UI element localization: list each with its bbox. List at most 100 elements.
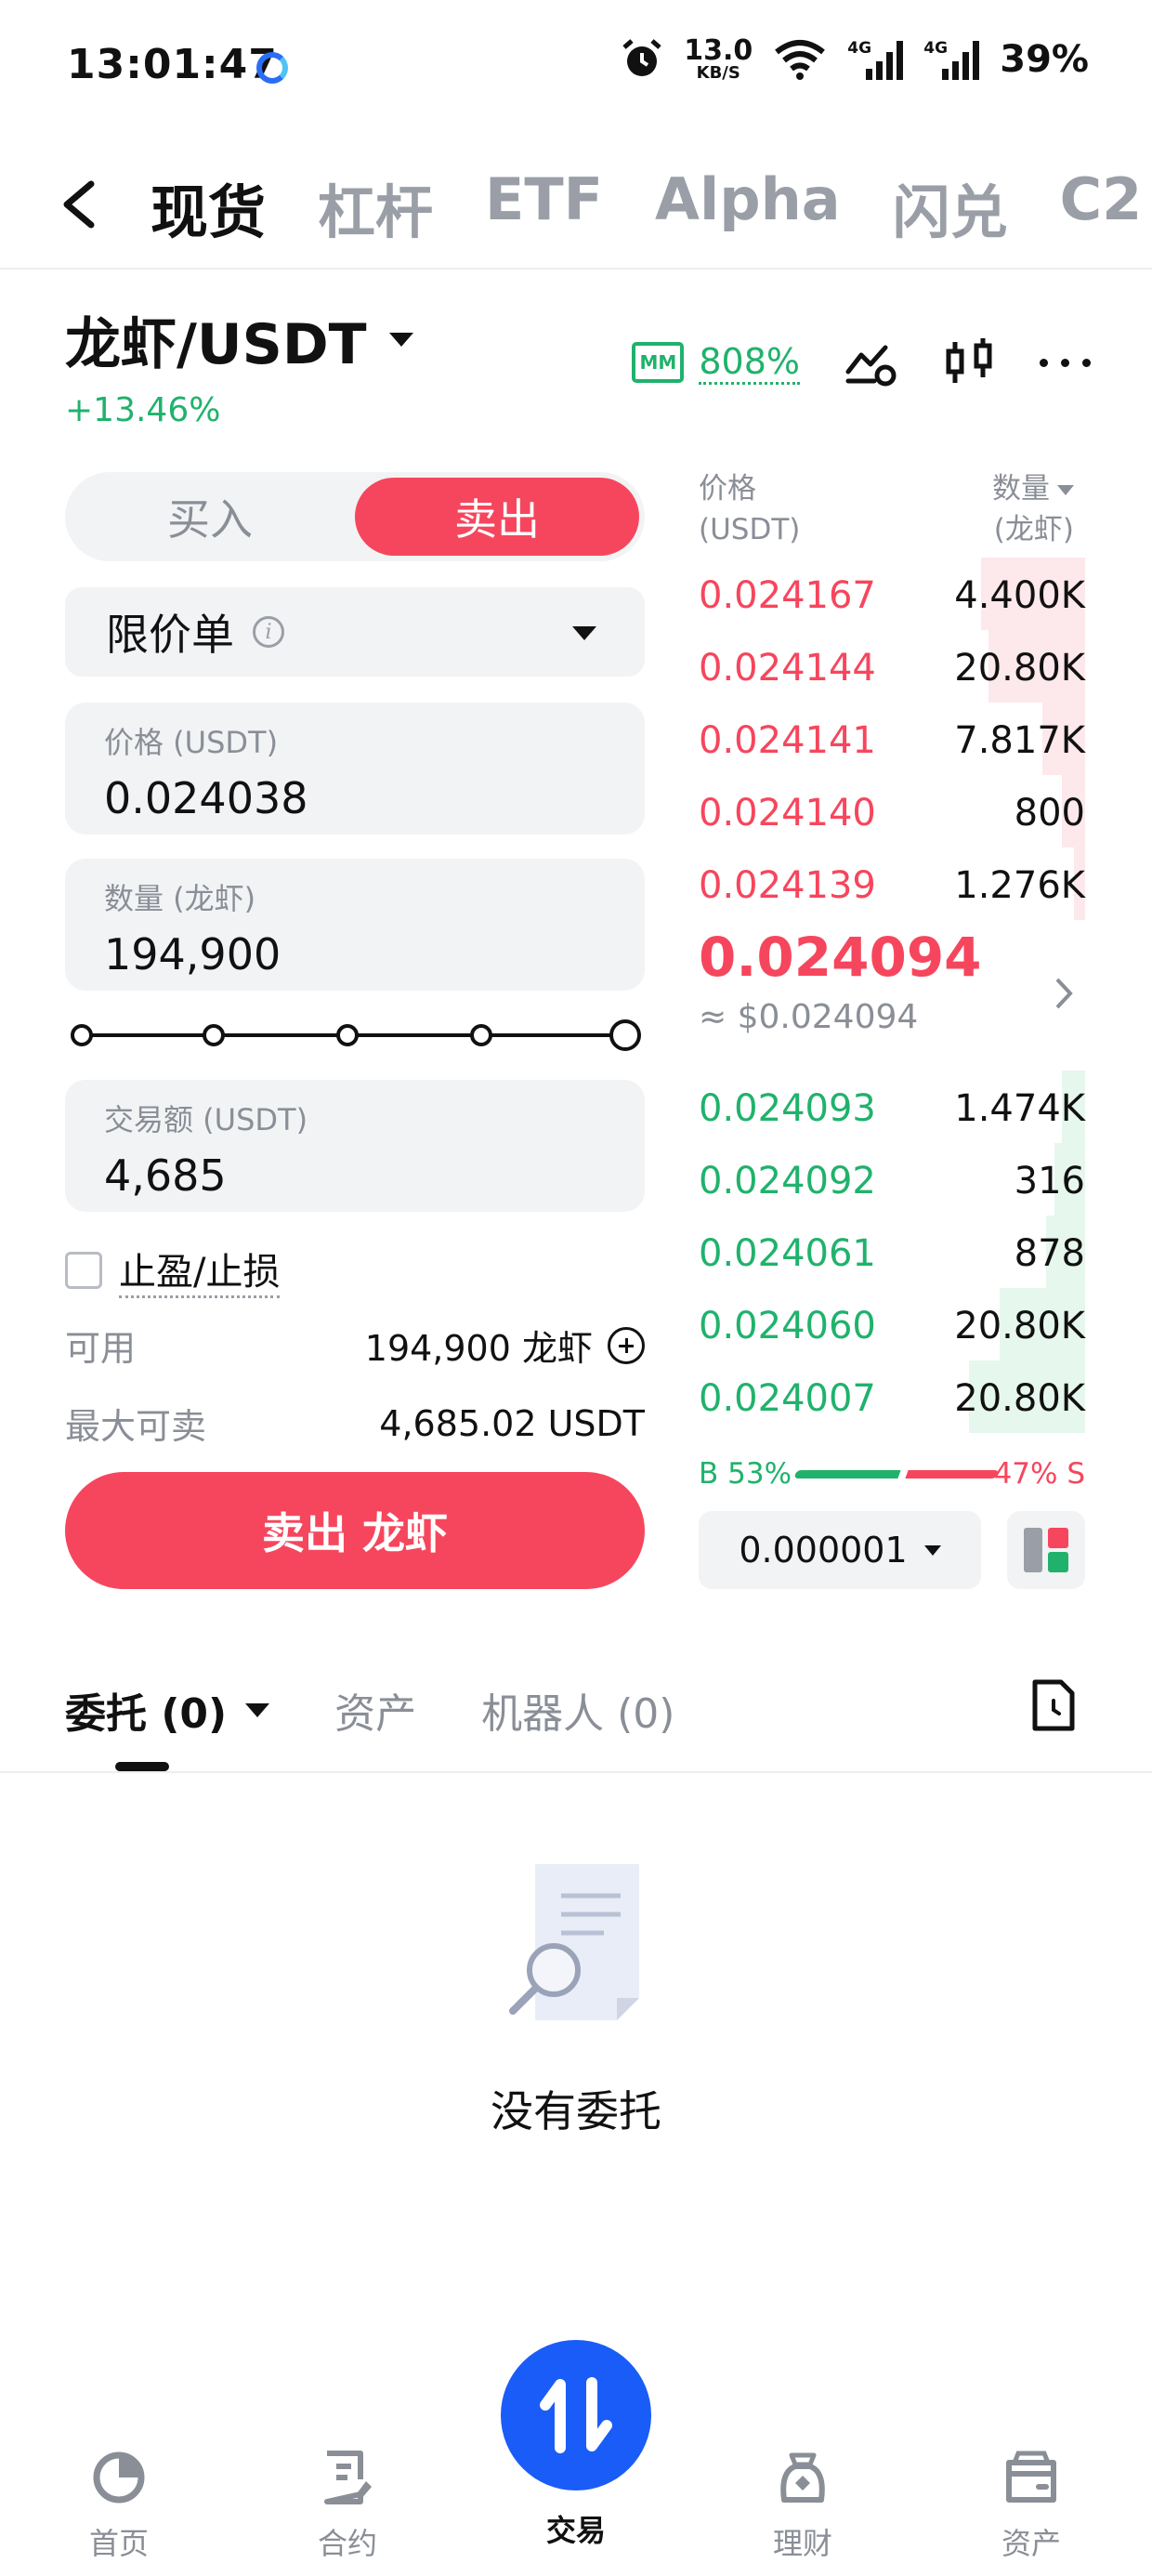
tab-etf[interactable]: ETF xyxy=(485,165,603,249)
pair-selector[interactable]: 龙虾/USDT xyxy=(65,299,413,380)
slider-stop-25[interactable] xyxy=(203,1024,225,1046)
quantity-input[interactable]: 数量 (龙虾) 194,900 xyxy=(65,859,645,991)
status-icons: 13.0 KB/S 4G 4G 39% xyxy=(621,37,1089,82)
nav-trade[interactable]: 交易 xyxy=(501,2340,651,2550)
bid-row[interactable]: 0.024007 20.80K xyxy=(699,1360,1085,1433)
slider-stop-75[interactable] xyxy=(470,1024,492,1046)
pair-change-percent: +13.46% xyxy=(65,391,221,429)
tpsl-option[interactable]: 止盈/止损 xyxy=(65,1242,281,1298)
market-type-tabs: 现货 杠杆 ETF Alpha 闪兑 C2 xyxy=(151,165,1142,249)
last-price-block[interactable]: 0.024094 ≈ $0.024094 xyxy=(699,926,1085,1036)
available-value: 194,900 龙虾 xyxy=(364,1328,593,1369)
price-alert-icon[interactable] xyxy=(843,335,898,390)
home-icon xyxy=(93,2451,145,2504)
ask-row[interactable]: 0.024167 4.400K xyxy=(699,558,1085,630)
ask-row[interactable]: 0.024139 1.276K xyxy=(699,848,1085,920)
orderbook-layout-button[interactable] xyxy=(1007,1511,1085,1589)
ask-price: 0.024167 xyxy=(699,574,876,617)
info-icon[interactable]: i xyxy=(253,616,284,648)
back-arrow-icon[interactable] xyxy=(56,178,102,230)
pair-tools: MM 808% xyxy=(632,335,1091,390)
empty-orders-icon xyxy=(509,1864,639,2020)
bid-price: 0.024061 xyxy=(699,1232,876,1275)
bid-quantity: 316 xyxy=(1014,1160,1085,1203)
price-header-unit: (USDT) xyxy=(699,513,801,546)
empty-orders-text: 没有委托 xyxy=(491,2086,661,2136)
orderbook-qty-header[interactable]: 数量 (龙虾) xyxy=(992,468,1074,550)
bid-quantity: 20.80K xyxy=(954,1305,1085,1347)
bid-row[interactable]: 0.024093 1.474K xyxy=(699,1071,1085,1143)
price-value[interactable]: 0.024038 xyxy=(104,773,645,823)
open-orders-label: 委托 (0) xyxy=(65,1690,228,1738)
tab-bots[interactable]: 机器人 (0) xyxy=(481,1680,674,1740)
tab-margin[interactable]: 杠杆 xyxy=(318,165,433,249)
ask-row[interactable]: 0.024144 20.80K xyxy=(699,630,1085,703)
trade-button[interactable] xyxy=(501,2340,651,2491)
slider-stop-0[interactable] xyxy=(71,1024,93,1046)
caret-down-icon xyxy=(245,1702,270,1717)
order-type-select[interactable]: 限价单 i xyxy=(65,587,645,677)
earn-icon xyxy=(780,2452,825,2503)
nav-futures[interactable]: 合约 xyxy=(273,2448,422,2563)
mm-badge-icon: MM xyxy=(632,342,685,383)
max-sell-label: 最大可卖 xyxy=(65,1406,207,1447)
top-nav: 现货 杠杆 ETF Alpha 闪兑 C2 xyxy=(0,139,1152,269)
net-speed-unit: KB/S xyxy=(696,63,740,83)
nav-earn-label: 理财 xyxy=(772,2526,832,2561)
tab-alpha[interactable]: Alpha xyxy=(655,165,841,249)
alarm-icon xyxy=(622,39,661,76)
caret-down-icon xyxy=(572,626,596,640)
divider xyxy=(0,1771,1152,1773)
battery-level: 39% xyxy=(1000,38,1089,81)
nav-assets[interactable]: 资产 xyxy=(957,2448,1106,2563)
signal-2-tag: 4G xyxy=(923,39,949,58)
slider-stop-50[interactable] xyxy=(336,1024,359,1046)
order-history-icon[interactable] xyxy=(1031,1678,1076,1732)
tab-spot[interactable]: 现货 xyxy=(151,165,266,249)
price-precision-select[interactable]: 0.000001 xyxy=(699,1511,981,1589)
last-price: 0.024094 xyxy=(699,926,982,989)
quantity-value[interactable]: 194,900 xyxy=(104,929,645,979)
ask-quantity: 7.817K xyxy=(954,719,1085,762)
signal-1-tag: 4G xyxy=(847,39,872,58)
total-amount-input[interactable]: 交易额 (USDT) 4,685 xyxy=(65,1080,645,1212)
ask-row[interactable]: 0.024140 800 xyxy=(699,775,1085,848)
total-amount-value[interactable]: 4,685 xyxy=(104,1150,645,1201)
layout-icon-green xyxy=(1048,1552,1068,1572)
pair-name: 龙虾/USDT xyxy=(65,312,367,377)
caret-down-icon xyxy=(923,1544,941,1556)
status-bar: 13:01:47 13.0 KB/S 4G 4G 39% xyxy=(0,0,1152,130)
more-icon[interactable] xyxy=(1040,358,1091,367)
layout-icon-red xyxy=(1048,1528,1068,1548)
ask-price: 0.024144 xyxy=(699,647,876,690)
nav-home[interactable]: 首页 xyxy=(45,2448,193,2563)
max-sell-row: 最大可卖 4,685.02 USDT xyxy=(65,1398,645,1449)
tab-open-orders[interactable]: 委托 (0) xyxy=(65,1680,270,1740)
tab-convert[interactable]: 闪兑 xyxy=(893,165,1008,249)
amount-slider[interactable] xyxy=(71,1019,643,1052)
nav-earn[interactable]: 理财 xyxy=(728,2448,877,2563)
nav-home-label: 首页 xyxy=(88,2526,149,2561)
bid-row[interactable]: 0.024092 316 xyxy=(699,1143,1085,1216)
bid-row[interactable]: 0.024060 20.80K xyxy=(699,1288,1085,1360)
add-funds-icon[interactable] xyxy=(608,1326,645,1364)
buy-tab[interactable]: 买入 xyxy=(65,472,355,561)
tab-c2c[interactable]: C2 xyxy=(1060,165,1143,249)
available-balance-row: 可用 194,900 龙虾 xyxy=(65,1320,645,1371)
bottom-nav: 首页 合约 交易 理财 资产 xyxy=(0,2340,1152,2576)
total-amount-label: 交易额 (USDT) xyxy=(104,1102,308,1137)
sell-submit-button[interactable]: 卖出 龙虾 xyxy=(65,1472,645,1589)
bid-row[interactable]: 0.024061 878 xyxy=(699,1216,1085,1288)
qty-header-unit: (龙虾) xyxy=(993,513,1074,546)
status-time: 13:01:47 xyxy=(67,41,278,88)
price-input[interactable]: 价格 (USDT) 0.024038 xyxy=(65,703,645,835)
candlestick-chart-icon[interactable] xyxy=(941,335,997,390)
mm-indicator[interactable]: MM 808% xyxy=(632,341,800,385)
ask-row[interactable]: 0.024141 7.817K xyxy=(699,703,1085,775)
trade-icon xyxy=(540,2377,612,2453)
tab-assets[interactable]: 资产 xyxy=(334,1680,416,1740)
slider-handle[interactable] xyxy=(609,1019,641,1051)
tpsl-checkbox[interactable] xyxy=(65,1251,102,1289)
bid-quantity: 20.80K xyxy=(954,1377,1085,1420)
sell-tab[interactable]: 卖出 xyxy=(355,478,639,556)
